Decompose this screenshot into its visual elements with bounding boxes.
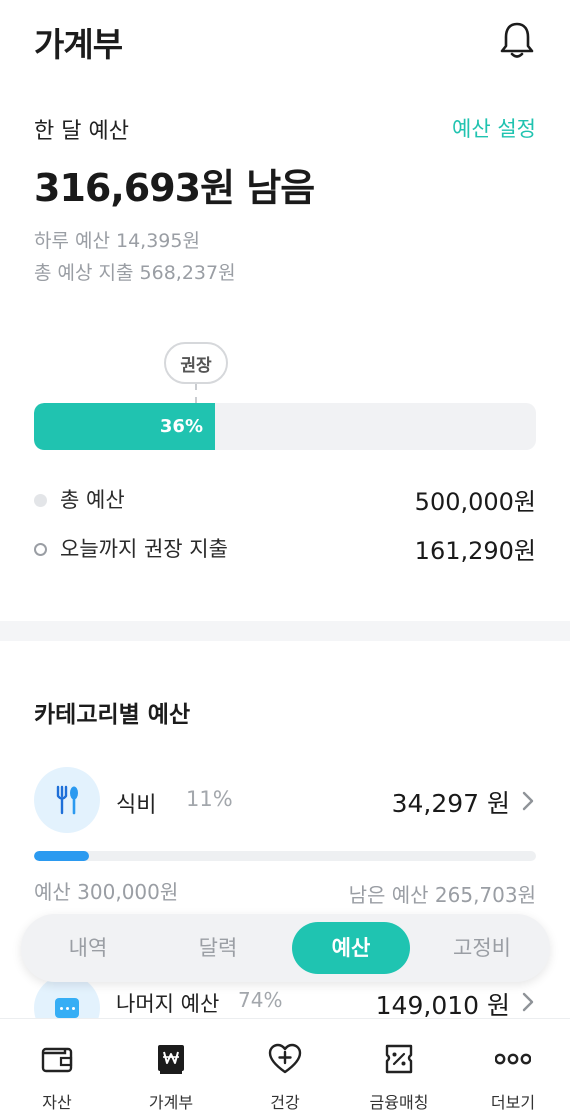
tab-label: 가계부 [148,1093,194,1112]
bell-icon[interactable] [498,20,536,60]
category-remaining: 남은 예산 265,703원 [348,883,536,907]
category-name: 나머지 예산 [116,992,220,1016]
budget-setting-link[interactable]: 예산 설정 [452,113,536,143]
tab-health[interactable]: 건강 [228,1019,342,1120]
legend-value: 500,000원 [414,488,536,516]
bottom-tab-bar: 자산 가계부 건강 금융매칭 더보기 [0,1018,570,1120]
legend-recommended-spending: 오늘까지 권장 지출 161,290원 [34,531,536,567]
category-percent: 74% [238,988,283,1012]
segment-history[interactable]: 내역 [29,922,147,974]
tab-assets[interactable]: 자산 [0,1019,114,1120]
wallet-icon [39,1041,75,1077]
budget-progress-bar: 36% [34,403,536,450]
segment-fixed-costs[interactable]: 고정비 [423,922,541,974]
category-budget-title: 카테고리별 예산 [34,702,191,728]
tab-ledger[interactable]: 가계부 [114,1019,228,1120]
expected-spending: 총 예상 지출 568,237원 [34,262,236,284]
chevron-right-icon[interactable] [520,990,536,1014]
category-name: 식비 [116,793,157,818]
page-title: 가계부 [34,25,123,64]
view-segmented-control: 내역 달력 예산 고정비 [21,914,550,982]
category-amount[interactable]: 34,297 원 [392,784,510,820]
category-budget: 예산 300,000원 [34,880,179,904]
tab-label: 자산 [42,1093,72,1112]
daily-budget: 하루 예산 14,395원 [34,230,200,252]
segment-budget[interactable]: 예산 [292,922,410,974]
category-row-remaining[interactable]: 나머지 예산 74% 149,010 원 [0,982,570,1018]
legend-value: 161,290원 [414,537,536,565]
ledger-won-icon [153,1041,189,1077]
segment-calendar[interactable]: 달력 [159,922,277,974]
legend-dot-ring [34,543,47,556]
tab-more[interactable]: 더보기 [456,1019,570,1120]
heart-plus-icon [267,1041,303,1077]
tab-label: 더보기 [490,1093,536,1112]
coupon-percent-icon [381,1041,417,1077]
monthly-budget-heading: 한 달 예산 [34,119,129,144]
tab-label: 금융매칭 [369,1093,429,1112]
recommend-badge: 권장 [164,342,228,384]
chevron-right-icon[interactable] [520,789,536,813]
app-header: 가계부 [0,0,570,80]
more-dots-icon [494,1041,532,1077]
fork-spoon-icon [34,767,100,833]
tab-label: 건강 [270,1093,300,1112]
legend-total-budget: 총 예산 500,000원 [34,482,536,518]
section-divider [0,621,570,641]
legend-dot-filled [34,494,47,507]
tab-financial-matching[interactable]: 금융매칭 [342,1019,456,1120]
legend-label: 오늘까지 권장 지출 [60,537,228,561]
category-progress-fill [34,851,89,861]
category-percent: 11% [186,787,233,811]
recommend-marker-line [195,384,197,403]
category-amount[interactable]: 149,010 원 [376,986,510,1018]
legend-label: 총 예산 [60,488,125,512]
category-progress-bar [34,851,536,861]
budget-progress-label: 36% [159,416,203,437]
remaining-amount: 316,693원 남음 [34,166,315,210]
